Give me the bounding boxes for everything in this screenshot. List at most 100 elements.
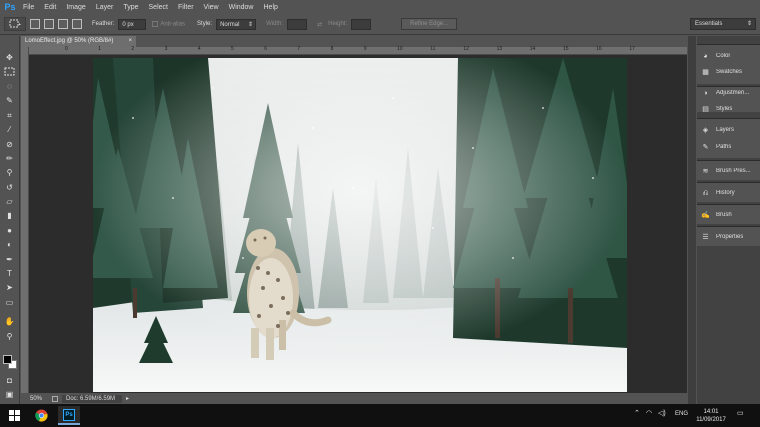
panel-paths[interactable]: ✎ Paths <box>701 141 757 153</box>
ruler-mark: 17 <box>629 46 635 52</box>
document-tab-title: LomoEffect.jpg @ 50% (RGB/8#) <box>25 38 114 44</box>
language-indicator[interactable]: ENG <box>675 411 688 417</box>
quick-selection-tool-icon[interactable]: ✎ <box>3 95 16 106</box>
antialias-box-icon <box>152 20 159 27</box>
document-image[interactable] <box>93 58 627 392</box>
notifications-icon[interactable]: ▭ <box>737 409 744 417</box>
menu-file[interactable]: File <box>23 4 34 11</box>
ruler-mark: 13 <box>496 46 503 52</box>
panel-adjustments-label: Adjustmen... <box>716 90 750 96</box>
panel-group-properties: ☰ Properties <box>697 226 760 246</box>
dodge-tool-icon[interactable]: ◐ <box>3 239 16 250</box>
gradient-tool-icon[interactable]: ▮ <box>3 210 16 221</box>
swap-icon[interactable]: ⇄ <box>317 21 322 28</box>
windows-start-icon[interactable] <box>9 410 20 421</box>
eyedropper-tool-icon[interactable]: ⁄ <box>3 124 16 135</box>
marquee-tool-icon[interactable] <box>3 67 16 78</box>
healing-brush-tool-icon[interactable]: ⊘ <box>3 139 16 150</box>
intersect-selection-icon[interactable] <box>72 19 82 29</box>
panel-history[interactable]: ⎌ History <box>701 187 757 199</box>
panel-brush-presets-label: Brush Pres... <box>716 168 751 174</box>
height-label: Height: <box>328 21 348 27</box>
ruler-mark: 16 <box>596 46 602 52</box>
zoom-value[interactable]: 50% <box>30 396 52 402</box>
document-size[interactable]: Doc: 6.59M/6.59M <box>62 394 122 403</box>
panel-styles[interactable]: ▤ Styles <box>701 103 757 113</box>
ruler-mark: 8 <box>330 46 334 52</box>
panel-adjustments[interactable]: ◑ Adjustmen... <box>701 87 757 99</box>
menu-window[interactable]: Window <box>229 4 254 11</box>
panel-layers[interactable]: ◈ Layers <box>701 124 757 136</box>
photoshop-taskbar-icon: Ps <box>63 408 75 421</box>
swatches-grid-icon: ▦ <box>702 68 709 76</box>
menu-type[interactable]: Type <box>123 4 138 11</box>
panel-group-adjustments: ◑ Adjustmen... ▤ Styles <box>697 86 760 112</box>
ruler-mark: 9 <box>363 46 367 52</box>
export-icon[interactable] <box>52 395 58 402</box>
move-tool-icon[interactable]: ✥ <box>3 52 16 63</box>
zoom-tool-icon[interactable]: ⚲ <box>3 331 16 342</box>
panel-paths-label: Paths <box>716 144 732 150</box>
style-select[interactable]: Normal ⇕ <box>216 18 257 30</box>
menu-edit[interactable]: Edit <box>44 4 56 11</box>
antialias-checkbox[interactable]: Anti-alias <box>152 20 185 27</box>
eraser-tool-icon[interactable]: ▱ <box>3 196 16 207</box>
system-clock[interactable]: 14:01 11/09/2017 <box>692 408 730 424</box>
add-selection-icon[interactable] <box>44 19 54 29</box>
height-input[interactable] <box>351 18 372 30</box>
panel-color[interactable]: ◕ Color <box>701 50 757 62</box>
history-brush-tool-icon[interactable]: ↺ <box>3 182 16 193</box>
shape-tool-icon[interactable]: ▭ <box>3 297 16 308</box>
chevron-right-icon[interactable]: ▸ <box>126 395 129 402</box>
panel-swatches-label: Swatches <box>716 69 743 75</box>
volume-icon[interactable]: ◁) <box>658 409 666 417</box>
layers-icon: ◈ <box>702 126 709 134</box>
panel-brush-presets[interactable]: ≋ Brush Pres... <box>701 165 757 177</box>
feather-input[interactable]: 0 px <box>118 18 147 30</box>
type-tool-icon[interactable]: T <box>3 268 16 279</box>
panel-brush[interactable]: ✍ Brush <box>701 209 757 221</box>
chevron-up-icon[interactable]: ⌃ <box>634 409 640 417</box>
pen-tool-icon[interactable]: ✒ <box>3 254 16 265</box>
style-label: Style: <box>197 21 213 27</box>
screen-mode-icon[interactable]: ▣ <box>3 389 16 400</box>
panel-swatches[interactable]: ▦ Swatches <box>701 66 757 78</box>
panel-properties[interactable]: ☰ Properties <box>701 231 757 243</box>
wifi-icon[interactable]: ◠ <box>646 409 652 417</box>
menu-layer[interactable]: Layer <box>96 4 114 11</box>
hand-tool-icon[interactable]: ✋ <box>3 316 16 327</box>
quick-mask-icon[interactable]: ◘ <box>3 375 16 386</box>
refine-edge-button[interactable]: Refine Edge... <box>401 18 458 30</box>
ruler-mark: 12 <box>463 46 469 52</box>
menu-help[interactable]: Help <box>264 4 278 11</box>
chrome-icon <box>34 409 48 422</box>
foreground-color-swatch[interactable] <box>3 355 12 364</box>
blur-tool-icon[interactable]: ● <box>3 225 16 236</box>
styles-icon: ▤ <box>702 105 709 113</box>
clock-date: 11/09/2017 <box>696 417 726 423</box>
new-selection-icon[interactable] <box>30 19 40 29</box>
lasso-tool-icon[interactable]: ◌ <box>3 81 16 92</box>
tool-preset-picker[interactable] <box>4 17 26 31</box>
menu-view[interactable]: View <box>204 4 219 11</box>
menu-filter[interactable]: Filter <box>178 4 194 11</box>
menu-select[interactable]: Select <box>149 4 168 11</box>
taskbar-chrome[interactable] <box>30 406 52 425</box>
ruler-mark: 6 <box>264 46 267 52</box>
path-selection-tool-icon[interactable]: ➤ <box>3 282 16 293</box>
width-input[interactable] <box>287 18 308 30</box>
ruler-mark: 7 <box>297 46 301 52</box>
subtract-selection-icon[interactable] <box>58 19 68 29</box>
menu-image[interactable]: Image <box>66 4 85 11</box>
document-tab[interactable]: LomoEffect.jpg @ 50% (RGB/8#) × <box>21 36 136 47</box>
clone-stamp-tool-icon[interactable]: ⚲ <box>3 167 16 178</box>
taskbar-photoshop[interactable]: Ps <box>58 406 80 425</box>
options-bar: Feather: 0 px Anti-alias Style: Normal ⇕ … <box>0 14 760 35</box>
panel-color-label: Color <box>716 53 731 59</box>
snow-leopard-forest-image <box>93 58 627 392</box>
crop-tool-icon[interactable]: ⌗ <box>3 110 16 121</box>
brush-tool-icon[interactable]: ✏ <box>3 153 16 164</box>
panel-dock-strip <box>688 36 696 404</box>
workspace-select[interactable]: Essentials ⇕ <box>690 18 756 30</box>
ruler-mark: 11 <box>430 46 436 52</box>
